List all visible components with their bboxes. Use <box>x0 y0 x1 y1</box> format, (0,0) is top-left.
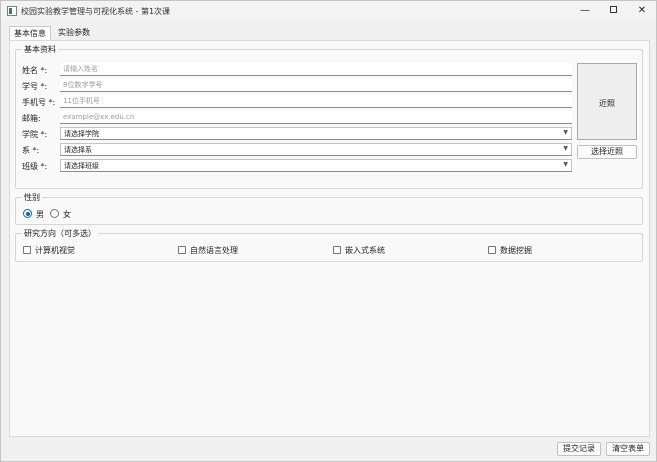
email-label: 邮箱: <box>22 114 41 123</box>
college-select-value: 请选择学院 <box>64 130 99 138</box>
close-icon: ✕ <box>637 5 647 16</box>
class-select[interactable]: 请选择班级 ▼ <box>60 159 572 172</box>
minimize-button[interactable]: — <box>571 3 599 19</box>
research-embedded-checkbox[interactable] <box>333 246 341 254</box>
maximize-icon <box>609 5 617 13</box>
photo-placeholder-text: 近照 <box>599 99 615 108</box>
chevron-down-icon: ▼ <box>563 145 568 152</box>
research-datamining-checkbox[interactable] <box>488 246 496 254</box>
research-embedded-label[interactable]: 嵌入式系统 <box>345 245 385 256</box>
department-select[interactable]: 请选择系 ▼ <box>60 143 572 156</box>
college-select[interactable]: 请选择学院 ▼ <box>60 127 572 140</box>
name-label: 姓名 *: <box>22 66 48 75</box>
class-label: 班级 *: <box>22 162 48 171</box>
maximize-button[interactable] <box>599 3 627 19</box>
main-window: 校园实验教学管理与可视化系统 - 第1次课 — ✕ 基本信息 实验参数 基本资料… <box>0 0 657 462</box>
phone-input[interactable] <box>60 95 572 108</box>
minimize-icon: — <box>580 5 590 16</box>
department-select-value: 请选择系 <box>64 146 92 154</box>
gender-female-label[interactable]: 女 <box>63 209 71 220</box>
tab-experiment-params[interactable]: 实验参数 <box>53 26 95 41</box>
research-datamining-label[interactable]: 数据挖掘 <box>500 245 532 256</box>
research-cv-label[interactable]: 计算机视觉 <box>35 245 75 256</box>
choose-photo-button[interactable]: 选择近照 <box>577 145 637 159</box>
gender-group-title: 性别 <box>22 192 42 203</box>
research-cv-checkbox[interactable] <box>23 246 31 254</box>
research-direction-group: 研究方向（可多选） 计算机视觉 自然语言处理 嵌入式系统 数据挖掘 <box>15 228 643 262</box>
title-bar[interactable]: 校园实验教学管理与可视化系统 - 第1次课 — ✕ <box>1 1 656 21</box>
phone-label: 手机号 *: <box>22 98 56 107</box>
student-id-input[interactable] <box>60 79 572 92</box>
research-nlp-checkbox[interactable] <box>178 246 186 254</box>
name-input[interactable] <box>60 63 572 76</box>
clear-form-button[interactable]: 清空表单 <box>606 442 650 456</box>
close-button[interactable]: ✕ <box>628 3 656 19</box>
photo-preview: 近照 <box>577 63 637 140</box>
research-nlp-label[interactable]: 自然语言处理 <box>190 245 238 256</box>
basic-info-group-title: 基本资料 <box>22 44 58 55</box>
gender-male-radio[interactable] <box>23 209 32 218</box>
window-title: 校园实验教学管理与可视化系统 - 第1次课 <box>21 7 171 16</box>
submit-record-button[interactable]: 提交记录 <box>557 442 601 456</box>
basic-info-group: 基本资料 姓名 *: 学号 *: 手机号 *: 邮箱: 学院 *: 请选择学院 … <box>15 44 643 189</box>
gender-group: 性别 男 女 <box>15 192 643 225</box>
college-label: 学院 *: <box>22 130 48 139</box>
chevron-down-icon: ▼ <box>563 161 568 168</box>
chevron-down-icon: ▼ <box>563 129 568 136</box>
email-input[interactable] <box>60 111 572 124</box>
tab-basic-info[interactable]: 基本信息 <box>9 26 51 41</box>
app-icon <box>7 6 17 16</box>
gender-female-radio[interactable] <box>50 209 59 218</box>
research-group-title: 研究方向（可多选） <box>22 228 98 239</box>
class-select-value: 请选择班级 <box>64 162 99 170</box>
tab-panel-basic-info: 基本资料 姓名 *: 学号 *: 手机号 *: 邮箱: 学院 *: 请选择学院 … <box>9 40 650 437</box>
student-id-label: 学号 *: <box>22 82 48 91</box>
gender-male-label[interactable]: 男 <box>36 209 44 220</box>
department-label: 系 *: <box>22 146 40 155</box>
